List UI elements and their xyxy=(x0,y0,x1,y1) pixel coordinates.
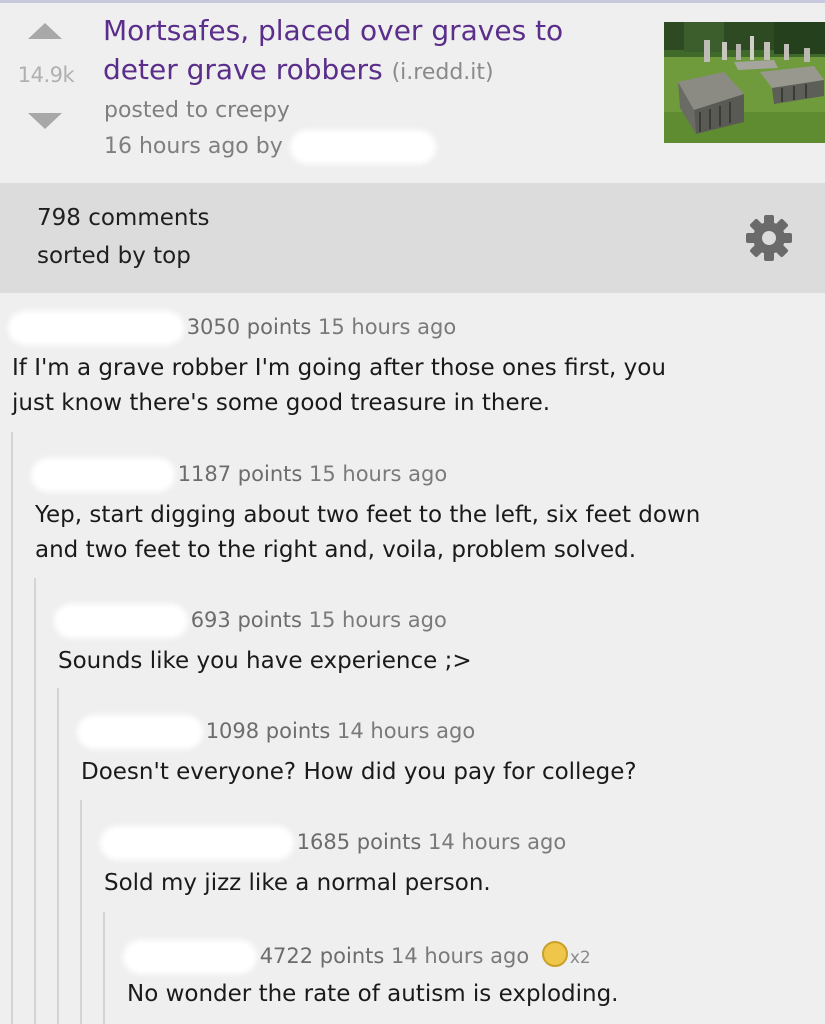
comment-body: Sounds like you have experience ;> xyxy=(58,644,472,679)
comment[interactable]: 1685 points 14 hours ago Sold my jizz li… xyxy=(104,830,819,910)
comment-line: No wonder the rate of autism is explodin… xyxy=(127,981,619,1007)
comment-body: Sold my jizz like a normal person. xyxy=(104,866,491,901)
redacted-username xyxy=(104,830,290,856)
redacted-username xyxy=(81,719,199,745)
thread-line-4 xyxy=(80,800,82,1024)
comment-age: 15 hours ago xyxy=(309,462,448,486)
comment[interactable]: 3050 points 15 hours ago If I'm a grave … xyxy=(12,315,812,430)
post-subreddit[interactable]: posted to creepy xyxy=(104,93,432,129)
comment-line: Yep, start digging about two feet to the… xyxy=(35,502,701,528)
comment-line: If I'm a grave robber I'm going after th… xyxy=(12,355,666,381)
comment-age: 14 hours ago xyxy=(391,944,530,968)
comment-age: 15 hours ago xyxy=(318,315,457,339)
post-thumbnail[interactable] xyxy=(664,22,825,143)
cemetery-thumbnail-image xyxy=(664,22,825,143)
vote-column: 14.9k xyxy=(0,3,92,183)
post-title[interactable]: Mortsafes, placed over graves to deter g… xyxy=(103,14,563,86)
thread-line-2 xyxy=(34,578,36,1024)
comment-line: just know there's some good treasure in … xyxy=(12,390,551,416)
thread-line-3 xyxy=(57,688,59,1024)
gild-count: x2 xyxy=(569,948,591,968)
redacted-username xyxy=(293,134,432,160)
gold-award-icon xyxy=(541,941,568,967)
redacted-username xyxy=(127,944,253,970)
comment-header: 1685 points 14 hours ago xyxy=(104,830,566,856)
comment-points: 693 points xyxy=(190,608,302,632)
comment-header: 1098 points 14 hours ago xyxy=(81,719,475,745)
upvote-arrow-icon[interactable] xyxy=(28,23,62,39)
comment-body: Yep, start digging about two feet to the… xyxy=(35,498,700,568)
comment-points: 1098 points xyxy=(205,719,331,743)
gear-icon[interactable] xyxy=(744,213,794,263)
redacted-username xyxy=(58,608,184,634)
comment[interactable]: 1098 points 14 hours ago Doesn't everyon… xyxy=(81,719,821,799)
post-domain: (i.redd.it) xyxy=(391,60,494,85)
comment-body: If I'm a grave robber I'm going after th… xyxy=(12,351,666,421)
thread-line-1 xyxy=(11,432,13,1024)
comment[interactable]: 4722 points 14 hours ago x2 No wonder th… xyxy=(127,941,817,1021)
post-title-link[interactable]: Mortsafes, placed over graves to deter g… xyxy=(103,11,643,92)
comment-header: 4722 points 14 hours ago x2 xyxy=(127,941,591,970)
comment-header: 3050 points 15 hours ago xyxy=(12,315,456,341)
comment[interactable]: 693 points 15 hours ago Sounds like you … xyxy=(58,608,818,688)
comment[interactable]: 1187 points 15 hours ago Yep, start digg… xyxy=(35,462,815,572)
comment-line: Doesn't everyone? How did you pay for co… xyxy=(81,759,637,785)
comments-count: 798 comments xyxy=(37,205,210,231)
comment-points: 3050 points xyxy=(186,315,312,339)
post-header: 14.9k Mortsafes, placed over graves to d… xyxy=(0,3,825,183)
comment-points: 1187 points xyxy=(177,462,303,486)
comments-sort[interactable]: sorted by top xyxy=(37,243,191,269)
post-time: 16 hours ago by xyxy=(104,134,283,159)
redacted-username xyxy=(35,462,171,488)
comment-points: 4722 points xyxy=(259,944,385,968)
thread-line-5 xyxy=(103,912,105,1024)
comment-header: 693 points 15 hours ago xyxy=(58,608,447,634)
downvote-arrow-icon[interactable] xyxy=(28,113,62,129)
comment-age: 14 hours ago xyxy=(337,719,476,743)
comment-age: 14 hours ago xyxy=(428,830,567,854)
comments-bar: 798 comments sorted by top xyxy=(0,183,825,293)
comment-line: Sounds like you have experience ;> xyxy=(58,648,472,674)
comment-body: No wonder the rate of autism is explodin… xyxy=(127,977,619,1012)
redacted-username xyxy=(12,315,180,341)
comment-header: 1187 points 15 hours ago xyxy=(35,462,447,488)
comment-age: 15 hours ago xyxy=(308,608,447,632)
post-time-author: 16 hours ago by xyxy=(104,129,432,165)
comment-line: and two feet to the right and, voila, pr… xyxy=(35,537,636,563)
comment-points: 1685 points xyxy=(296,830,422,854)
comment-body: Doesn't everyone? How did you pay for co… xyxy=(81,755,637,790)
post-meta: posted to creepy 16 hours ago by xyxy=(104,93,432,165)
post-score: 14.9k xyxy=(17,63,75,87)
comment-line: Sold my jizz like a normal person. xyxy=(104,870,491,896)
